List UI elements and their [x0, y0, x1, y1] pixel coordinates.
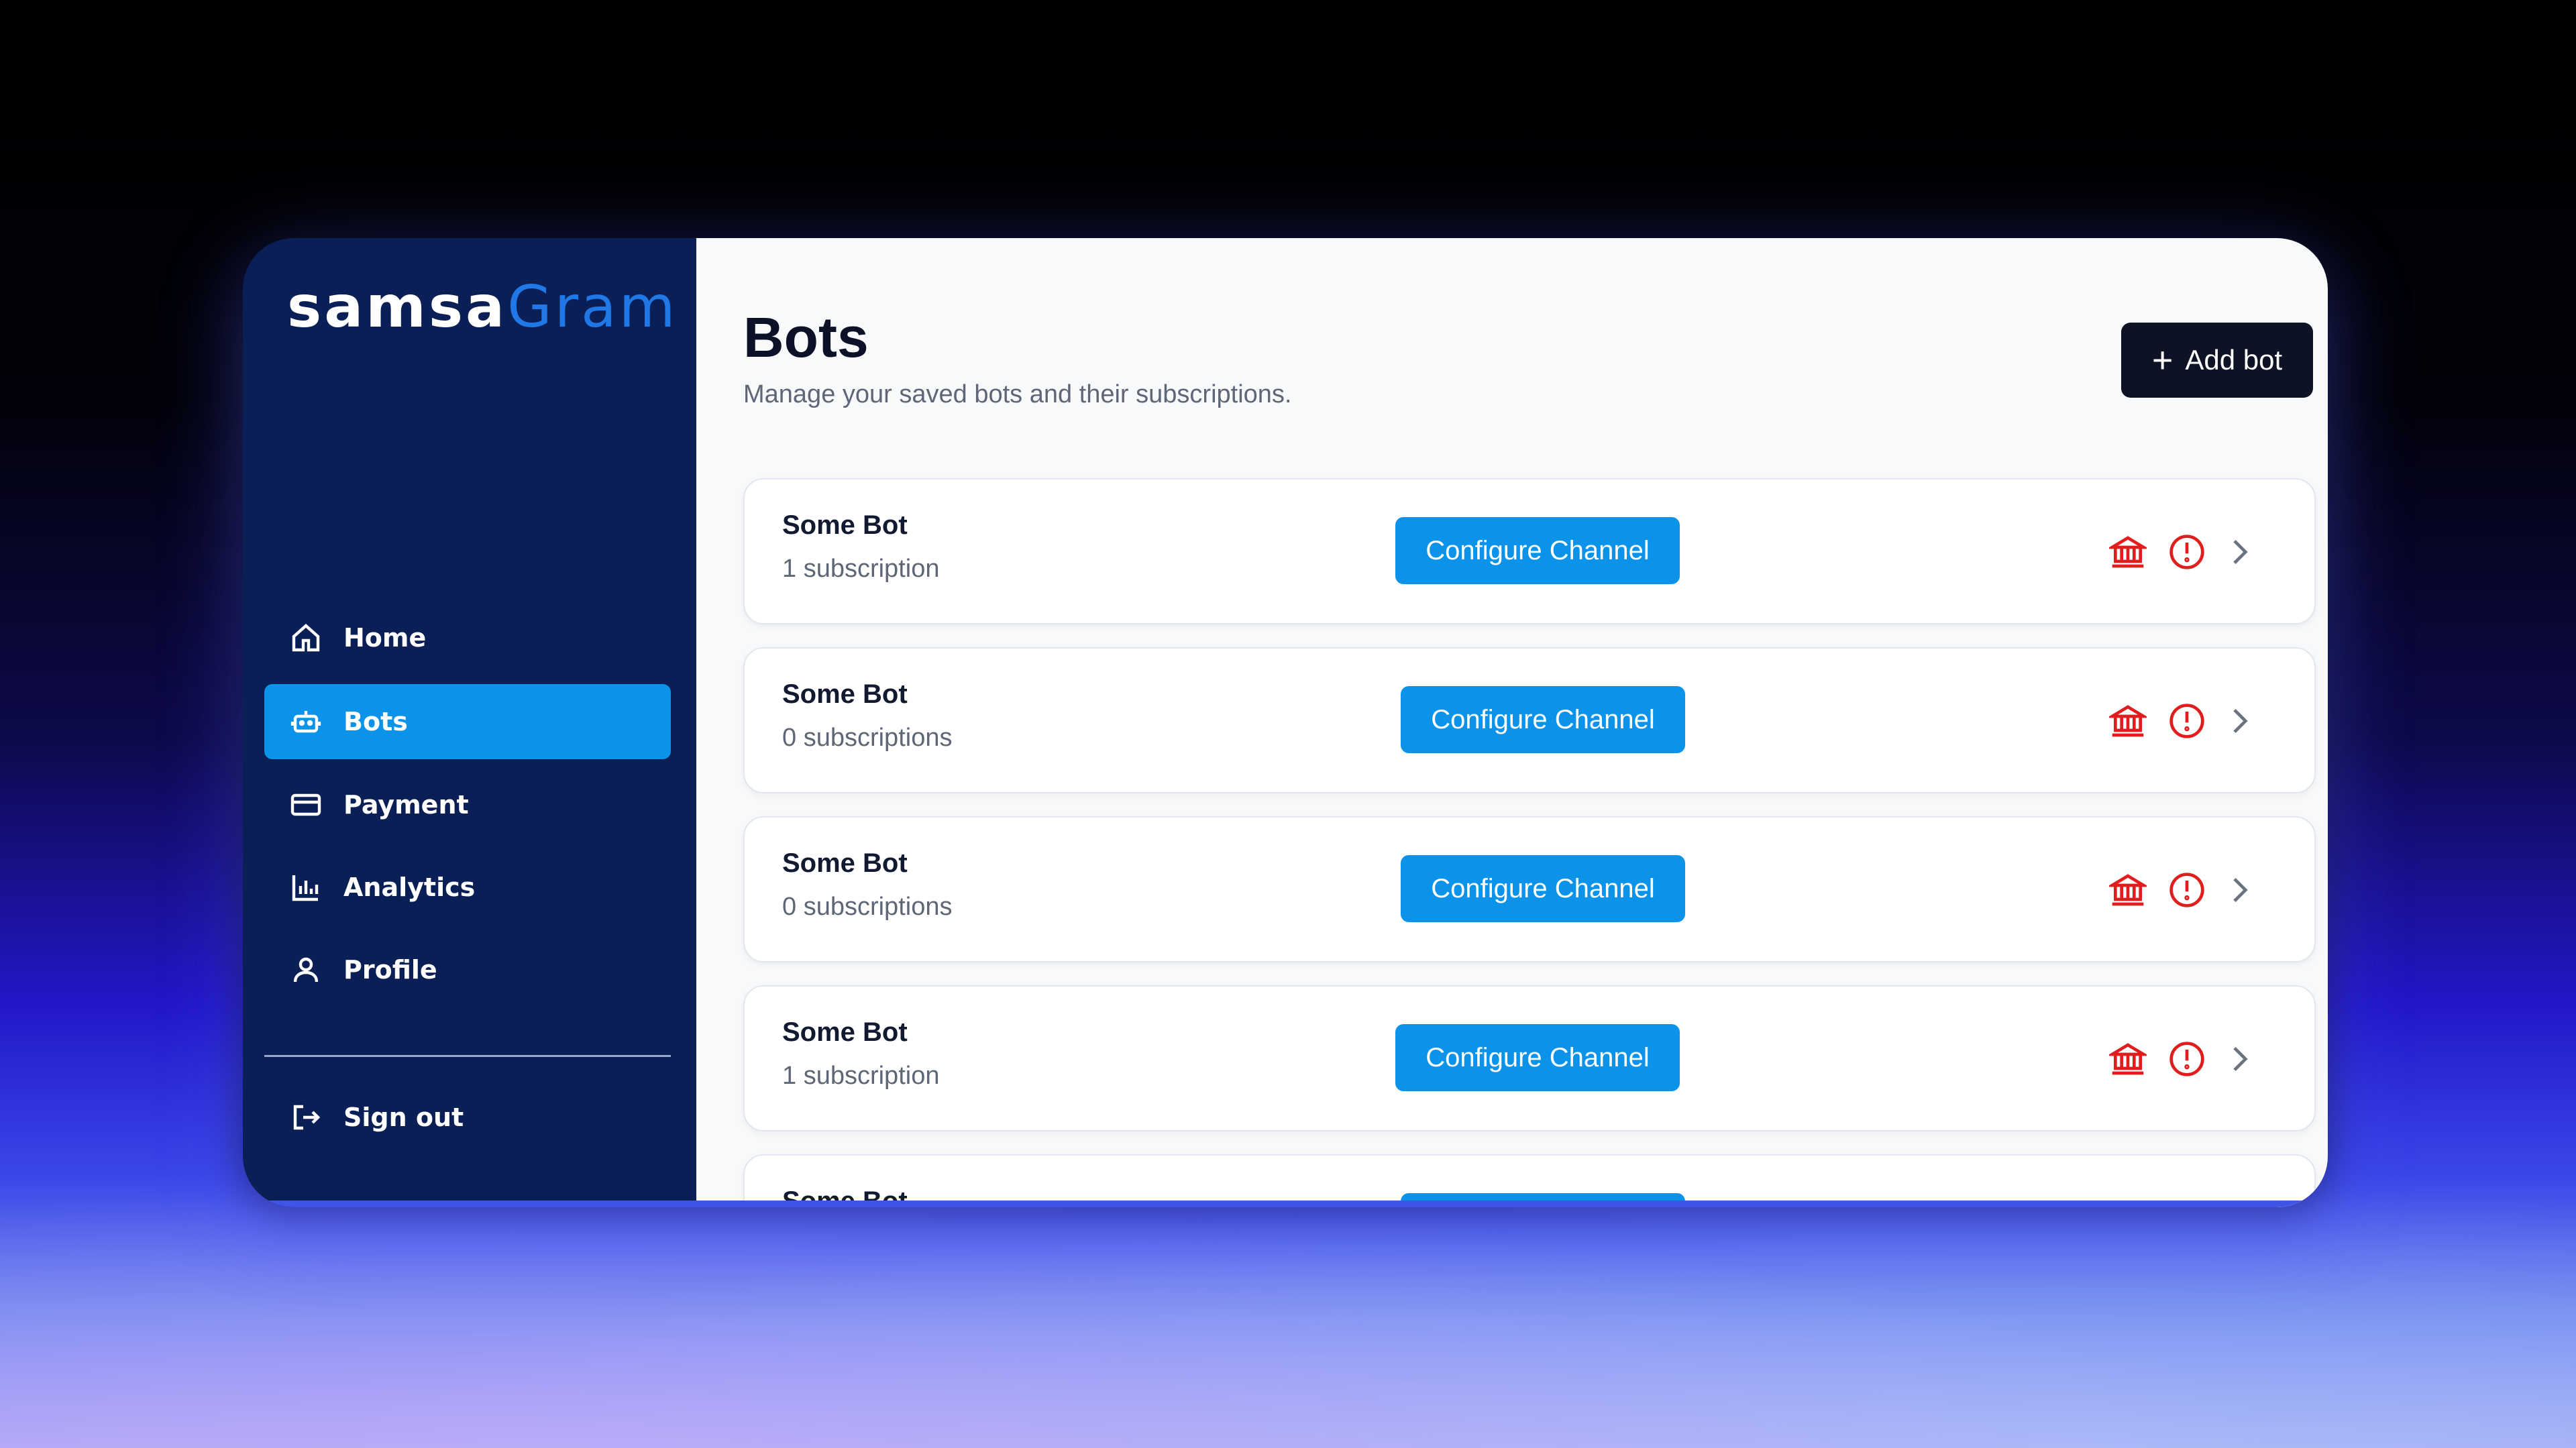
- bot-subscriptions: 0 subscriptions: [782, 724, 953, 752]
- alert-circle-icon[interactable]: [2168, 702, 2206, 740]
- sign-out-icon: [288, 1100, 323, 1135]
- sidebar-item-label: Home: [343, 623, 427, 653]
- sidebar-item-bots[interactable]: Bots: [264, 684, 671, 759]
- sidebar-item-label: Analytics: [343, 873, 476, 902]
- bot-subscriptions: 0 subscriptions: [782, 893, 953, 921]
- bot-name: Some Bot: [782, 1017, 908, 1047]
- chevron-right-icon[interactable]: [2220, 702, 2258, 740]
- user-icon: [288, 952, 323, 987]
- bot-name: Some Bot: [782, 510, 908, 540]
- home-icon: [288, 620, 323, 655]
- bank-icon[interactable]: [2109, 702, 2147, 740]
- credit-card-icon: [288, 787, 323, 822]
- page-title: Bots: [743, 306, 869, 369]
- sign-out-button[interactable]: Sign out: [264, 1080, 671, 1155]
- bot-icon: [288, 704, 323, 739]
- bot-subscriptions: 1 subscription: [782, 1062, 940, 1090]
- app-window: samsaGram Home Bots Payment Analytics Pr…: [243, 238, 2328, 1207]
- alert-circle-icon[interactable]: [2168, 1040, 2206, 1078]
- sidebar-item-label: Profile: [343, 955, 437, 985]
- plus-icon: +: [2151, 340, 2174, 380]
- bot-card[interactable]: Some Bot 1 subscription Configure Channe…: [743, 985, 2316, 1131]
- configure-channel-button[interactable]: Configure Channel: [1395, 517, 1680, 584]
- bot-card[interactable]: Some Bot 0 subscriptions Configure Chann…: [743, 816, 2316, 962]
- configure-channel-button[interactable]: Configure Channel: [1401, 855, 1685, 922]
- sidebar-item-label: Bots: [343, 707, 408, 736]
- bot-name: Some Bot: [782, 679, 908, 709]
- bot-card[interactable]: Some Bot 1 subscription Configure Channe…: [743, 478, 2316, 624]
- bot-card[interactable]: Some Bot 0 subscriptions Configure Chann…: [743, 647, 2316, 793]
- add-bot-button[interactable]: + Add bot: [2121, 323, 2313, 398]
- chevron-right-icon[interactable]: [2220, 1040, 2258, 1078]
- add-bot-label: Add bot: [2185, 344, 2283, 376]
- bank-icon[interactable]: [2109, 533, 2147, 571]
- sidebar-item-profile[interactable]: Profile: [264, 932, 671, 1007]
- chevron-right-icon[interactable]: [2220, 533, 2258, 571]
- bank-icon[interactable]: [2109, 1040, 2147, 1078]
- page-subtitle: Manage your saved bots and their subscri…: [743, 380, 1292, 408]
- alert-circle-icon[interactable]: [2168, 533, 2206, 571]
- sidebar-divider: [264, 1055, 671, 1057]
- bot-name: Some Bot: [782, 848, 908, 878]
- bot-name: Some Bot: [782, 1186, 908, 1207]
- sidebar-item-analytics[interactable]: Analytics: [264, 850, 671, 925]
- bot-card[interactable]: Some Bot: [743, 1154, 2316, 1207]
- main-content: Bots Manage your saved bots and their su…: [696, 238, 2328, 1207]
- chevron-right-icon[interactable]: [2220, 871, 2258, 909]
- configure-channel-button[interactable]: [1401, 1193, 1685, 1207]
- brand-logo: samsaGram: [287, 274, 678, 341]
- bot-subscriptions: 1 subscription: [782, 555, 940, 583]
- sidebar-item-payment[interactable]: Payment: [264, 767, 671, 842]
- bank-icon[interactable]: [2109, 871, 2147, 909]
- bar-chart-icon: [288, 870, 323, 905]
- alert-circle-icon[interactable]: [2168, 871, 2206, 909]
- sidebar: samsaGram Home Bots Payment Analytics Pr…: [243, 238, 696, 1207]
- sidebar-item-label: Payment: [343, 790, 469, 820]
- sidebar-item-home[interactable]: Home: [264, 600, 671, 675]
- sign-out-label: Sign out: [343, 1103, 464, 1132]
- configure-channel-button[interactable]: Configure Channel: [1395, 1024, 1680, 1091]
- configure-channel-button[interactable]: Configure Channel: [1401, 686, 1685, 753]
